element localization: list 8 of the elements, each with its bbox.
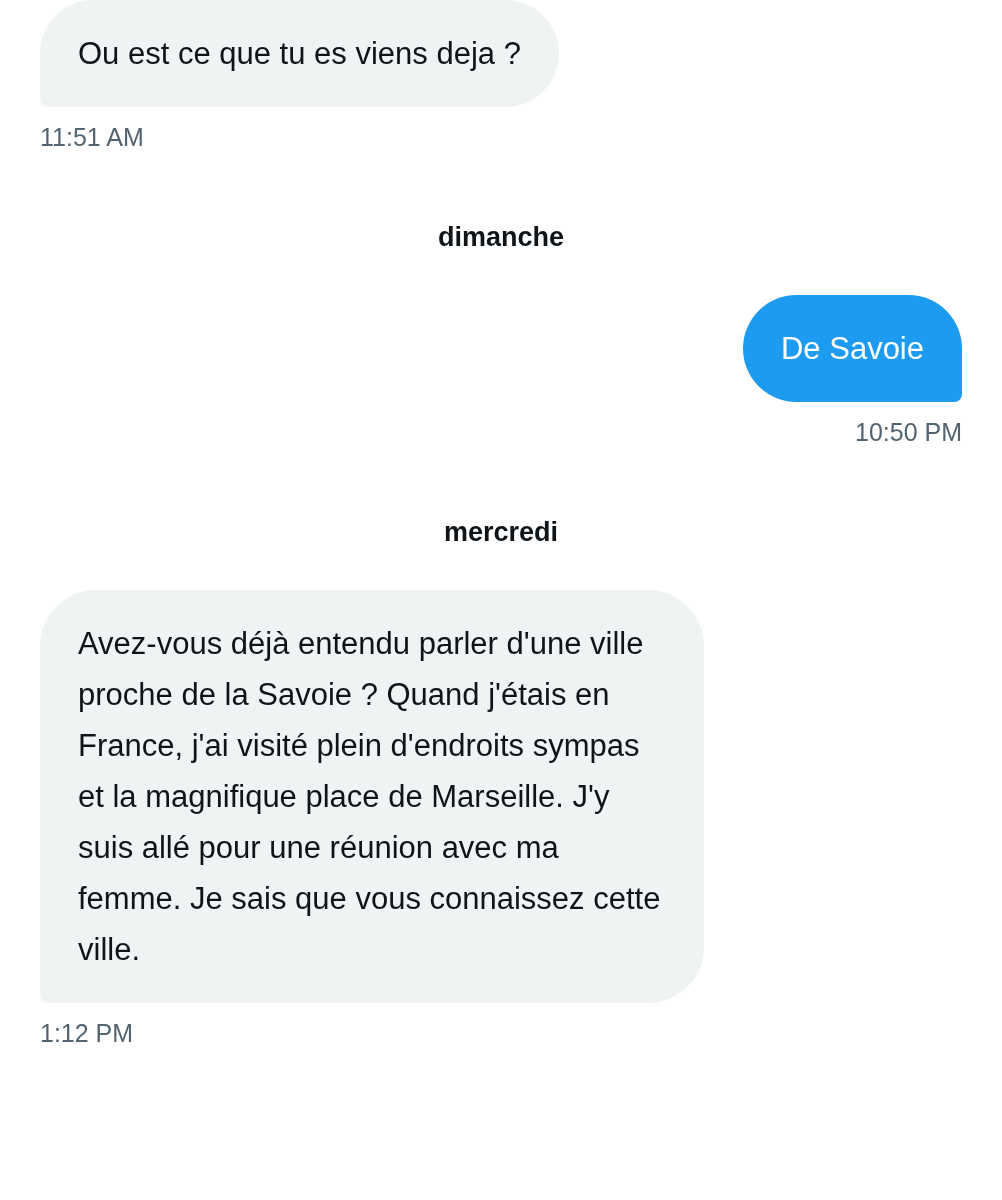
day-separator: dimanche: [437, 222, 564, 253]
sent-message-bubble: De Savoie: [742, 295, 962, 402]
received-message-bubble: Ou est ce que tu es viens deja ?: [40, 0, 559, 107]
received-message-bubble: Avez-vous déjà entendu parler d'une ville proche de la Savoie ? Quand j'étais en France, j'ai visité plein d'endroits sympas et la magnifique place de Marseille. J'y suis allé pour une réunion avec ma femme. Je sais que vous connaissez cette ville.: [40, 590, 704, 1003]
message-timestamp: 11:51 AM: [40, 123, 144, 152]
day-separator: mercredi: [443, 517, 559, 548]
message-timestamp: 1:12 PM: [40, 1019, 134, 1048]
message-timestamp: 10:50 PM: [855, 418, 962, 447]
